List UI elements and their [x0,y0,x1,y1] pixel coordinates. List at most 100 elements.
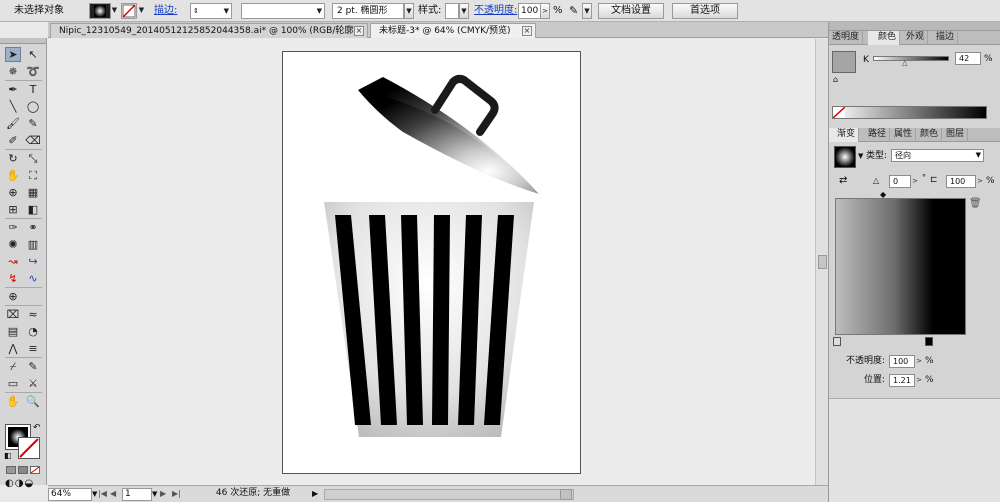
tab-nipic-document[interactable]: Nipic_12310549_20140512125852044358.ai* … [50,23,368,38]
lasso-tool-icon[interactable]: ➰ [25,64,41,79]
stop-opacity-field[interactable]: 100 [889,355,915,368]
fill-dropdown-icon[interactable]: ▼ [110,3,119,19]
zoom-dropdown-icon[interactable]: ▼ [92,488,97,501]
next-page-icon[interactable]: ▶ [160,488,166,501]
first-page-icon[interactable]: |◀ [98,488,107,501]
gradient-type-select[interactable]: 径向 ▼ [891,149,984,162]
aspect-ratio-field[interactable]: 100 [946,175,976,188]
page-dropdown-icon[interactable]: ▼ [152,488,157,501]
tab-color-guide[interactable]: 颜色 [917,128,943,142]
gradient-preview-swatch[interactable] [834,146,856,168]
stop-location-field[interactable]: 1.21 [889,374,915,387]
eyedropper-alt-tool-icon[interactable]: ✎ [25,359,41,374]
wave-tool-icon[interactable]: ≈ [25,307,41,322]
stroke-color-swatch[interactable] [18,437,40,459]
zoom-field[interactable]: 64% [48,488,92,501]
previous-page-icon[interactable]: ◀ [110,488,116,501]
mesh-tool-icon[interactable]: ⊞ [5,202,21,217]
out-of-gamut-icon[interactable]: ⌂ [833,75,838,84]
stop-opacity-arrow-icon[interactable]: > [915,355,923,368]
angle-field[interactable]: 0 [889,175,911,188]
brush-profile-dropdown-icon[interactable]: ▼ [404,3,414,19]
none-color-icon[interactable] [833,107,845,118]
tab-pathfinder[interactable]: 路径 [865,128,891,142]
brush-profile-field[interactable]: 2 pt. 椭圆形 [332,3,404,19]
envelope-tool-icon[interactable]: ⌧ [5,307,21,322]
stroke-dropdown-icon[interactable]: ▼ [137,3,146,19]
tab-untitled-3[interactable]: 未标题-3* @ 64% (CMYK/预览) × [370,23,536,38]
type-tool-icon[interactable]: T [25,82,41,97]
zigzag-tool-icon[interactable]: ⋀ [5,341,21,356]
default-colors-icon[interactable]: ◧ [4,451,12,460]
slice-tool-icon[interactable]: ⌿ [5,359,21,374]
gradient-stop-end[interactable] [925,337,933,346]
scale-tool-icon[interactable]: ⤡ [25,151,41,166]
pencil-tool-icon[interactable]: ✎ [25,116,41,131]
color-mode-icon[interactable] [6,466,16,474]
swap-colors-icon[interactable]: ↶ [33,423,41,433]
rotate-tool-icon[interactable]: ↻ [5,151,21,166]
horizontal-scrollbar-thumb[interactable] [560,489,572,500]
ellipse-tool-icon[interactable]: ◯ [25,99,41,114]
column-graph-tool-icon[interactable]: ▥ [25,237,41,252]
style-dropdown-icon[interactable]: ▼ [459,3,469,19]
delete-stop-icon[interactable]: 🗑 [969,198,982,209]
status-menu-icon[interactable]: ▶ [312,488,318,501]
aspect-arrow-icon[interactable]: > [976,175,984,188]
variable-width-field[interactable]: ▼ [241,3,325,19]
color-spectrum-bar[interactable] [832,106,987,119]
document-setup-button[interactable]: 文档设置 [598,3,664,19]
eraser-tool-icon[interactable]: ⌫ [25,133,41,148]
line-segment-tool-icon[interactable]: ╲ [5,99,21,114]
direct-selection-tool-icon[interactable]: ↖ [25,47,41,62]
page-number-field[interactable]: 1 [122,488,152,501]
gradient-slider-preview[interactable] [835,198,966,335]
symbol-sprayer-tool-icon[interactable]: ✺ [5,237,21,252]
magic-wand-tool-icon[interactable]: ✵ [5,64,21,79]
shape-builder-tool-icon[interactable]: ⊕ [5,185,21,200]
scrollbar-thumb[interactable] [818,255,827,269]
recolor-dropdown-icon[interactable]: ▼ [582,3,592,19]
close-icon[interactable]: × [522,26,532,36]
blend-tool-icon[interactable]: ⚭ [25,220,41,235]
artboard[interactable] [282,51,581,474]
style-swatch[interactable] [445,3,459,19]
stroke-weight-field[interactable]: ⇕ ▼ [190,3,232,19]
gradient-stop-start[interactable] [833,337,841,346]
selection-tool-icon[interactable]: ➤ [5,47,21,62]
recolor-icon[interactable]: ✎ [569,3,578,19]
canvas-area[interactable] [48,39,815,485]
last-page-icon[interactable]: ▶| [172,488,181,501]
free-transform-tool-icon[interactable]: ⛶ [25,168,41,183]
drawing-modes-icon[interactable]: ◐◑◒ [5,478,34,489]
tab-color[interactable]: 颜色 [868,31,901,45]
stroke-label-link[interactable]: 描边: [154,3,177,19]
zoom-tool-icon[interactable]: 🔍 [25,394,41,409]
chart-grid-tool-icon[interactable]: ▤ [5,324,21,339]
tab-appearance[interactable]: 外观 [903,31,929,45]
curve-a-tool-icon[interactable]: ↝ [5,254,21,269]
opacity-arrow-icon[interactable]: > [540,3,550,19]
gradient-preset-dropdown-icon[interactable]: ▼ [858,152,863,160]
stepper-icon[interactable]: ⇕ [193,4,199,18]
blob-brush-tool-icon[interactable]: ✐ [5,133,21,148]
pen-tool-icon[interactable]: ✒ [5,82,21,97]
tab-layers[interactable]: 图层 [943,128,969,142]
trash-can-lid[interactable] [358,74,539,194]
curve-d-tool-icon[interactable]: ∿ [25,271,41,286]
stop-location-arrow-icon[interactable]: > [915,374,923,387]
warp-tool-icon[interactable]: ✋ [5,168,21,183]
eyedropper-tool-icon[interactable]: ✑ [5,220,21,235]
angle-arrow-icon[interactable]: > [911,175,919,188]
artboard-tool-icon[interactable]: ▭ [5,376,21,391]
perspective-grid-tool-icon[interactable]: ▦ [25,185,41,200]
none-mode-icon[interactable] [30,466,40,474]
knife-tool-icon[interactable]: ⚔ [25,376,41,391]
k-slider-thumb-icon[interactable]: △ [902,59,907,67]
hand-tool-icon[interactable]: ✋ [5,394,21,409]
stroke-swatch[interactable] [121,3,137,19]
horizontal-scrollbar[interactable] [324,489,574,500]
k-value-field[interactable]: 42 [955,52,981,65]
reverse-gradient-icon[interactable]: ⇄ [839,175,847,186]
close-icon[interactable]: × [354,26,364,36]
